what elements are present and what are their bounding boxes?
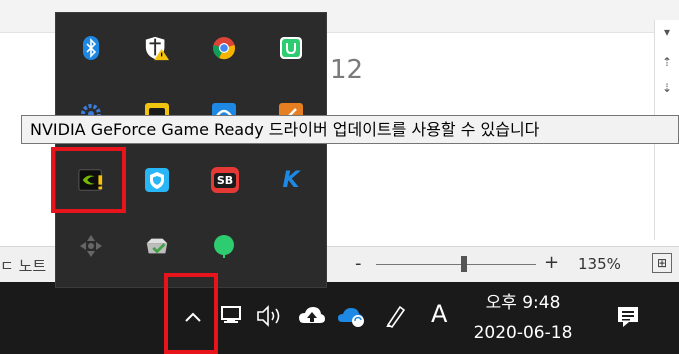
sb-app-label: SB <box>213 172 237 188</box>
scroll-down-icon[interactable]: ⇣ <box>655 78 679 98</box>
green-circle-icon[interactable] <box>211 233 237 259</box>
volume-icon[interactable] <box>255 303 285 334</box>
clock-time: 오후 9:48 <box>485 293 561 313</box>
scroll-up-icon[interactable]: ⇡ <box>655 52 679 72</box>
fit-page-icon[interactable]: ⊞ <box>652 253 672 273</box>
zoom-slider[interactable] <box>376 264 536 265</box>
sb-app-icon[interactable]: SB <box>211 167 239 193</box>
bluetooth-icon[interactable] <box>78 35 104 61</box>
gamepad-icon[interactable] <box>78 233 104 259</box>
green-shield-app-icon[interactable] <box>278 35 304 61</box>
windows-security-warning-icon[interactable] <box>144 35 170 61</box>
action-center-icon[interactable] <box>615 304 641 330</box>
document-visible-number: 12 <box>330 55 364 85</box>
dropdown-arrow-icon[interactable]: ▾ <box>655 22 679 42</box>
onedrive-sync-icon[interactable] <box>338 303 368 334</box>
nvidia-icon-highlight <box>51 147 126 213</box>
tooltip: NVIDIA GeForce Game Ready 드라이버 업데이트를 사용할… <box>21 115 679 144</box>
cloud-upload-icon[interactable] <box>298 303 326 334</box>
zoom-out-button[interactable]: - <box>355 253 362 274</box>
shield-vpn-icon[interactable] <box>144 167 170 193</box>
chrome-icon[interactable] <box>211 35 237 61</box>
network-icon[interactable] <box>219 303 245 334</box>
clock-date: 2020-06-18 <box>473 323 573 343</box>
zoom-percent[interactable]: 135% <box>578 255 621 273</box>
input-method-indicator[interactable]: A <box>431 300 447 328</box>
status-bar-left-text[interactable]: ㄷ 노트 <box>0 255 46 276</box>
k-app-icon[interactable]: K <box>278 167 304 193</box>
taskbar: A 오후 9:48 2020-06-18 <box>0 282 679 354</box>
pen-workspace-icon[interactable] <box>384 303 408 334</box>
chevron-highlight <box>164 273 218 354</box>
checkmark-drive-icon[interactable] <box>144 233 170 259</box>
zoom-in-button[interactable]: + <box>544 252 559 273</box>
zoom-slider-thumb[interactable] <box>461 256 467 272</box>
clock[interactable]: 오후 9:48 2020-06-18 <box>464 288 582 348</box>
